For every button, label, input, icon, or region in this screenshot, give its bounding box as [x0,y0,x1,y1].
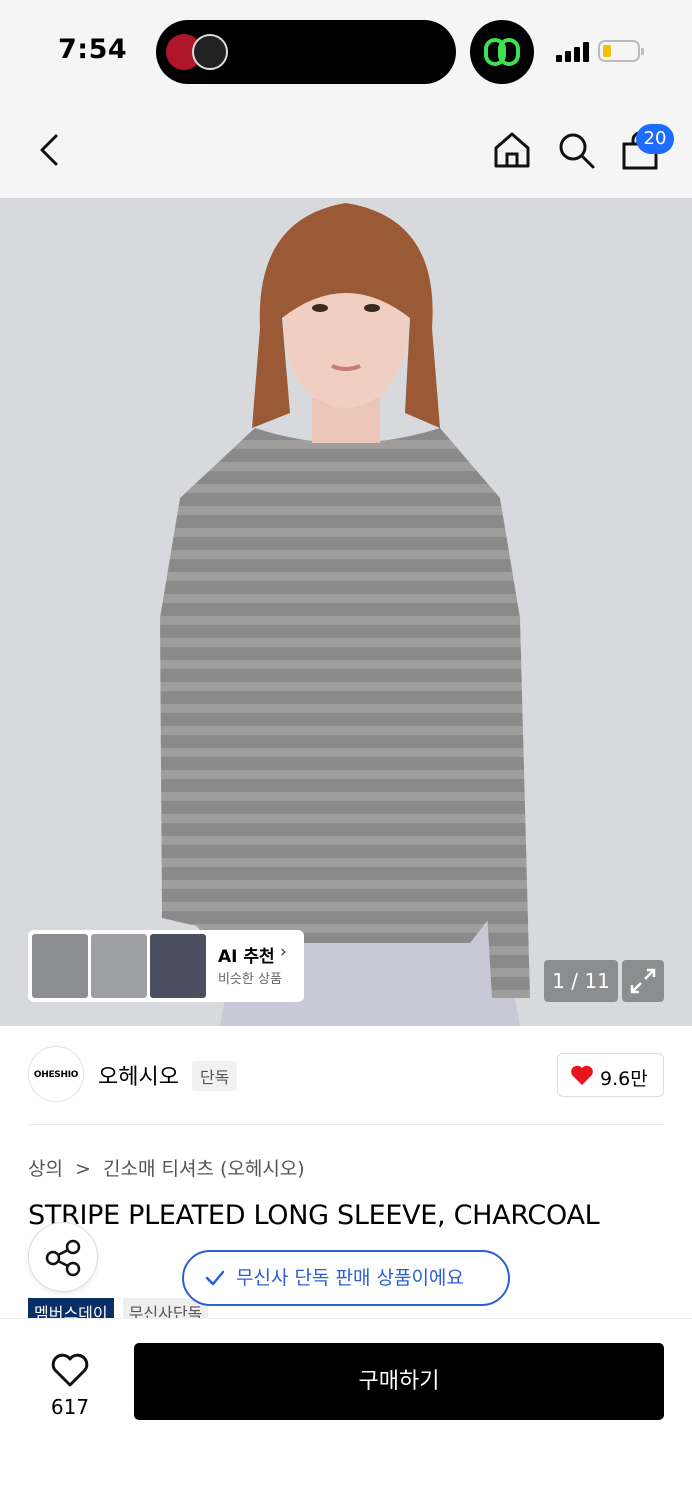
member-day-tag: 멤버스데이 [28,1298,114,1320]
cart-count-badge: 20 [636,124,674,154]
ai-reco-subtitle: 비슷한 상품 [218,972,282,987]
home-icon[interactable] [492,130,532,170]
share-button[interactable] [28,1222,98,1292]
brand-like-count: 9.6만 [600,1068,648,1090]
wishlist-button[interactable]: 617 [38,1343,102,1423]
buy-button[interactable]: 구매하기 [134,1343,664,1420]
back-arrow-icon[interactable] [36,132,66,168]
brand-logo[interactable]: OHESHIO [28,1046,84,1102]
brand-name[interactable]: 오헤시오 [98,1059,179,1091]
status-bar: 7:54 [0,0,692,100]
search-icon[interactable] [556,130,596,170]
exclusive-badge: 단독 [192,1061,238,1091]
breadcrumb-category[interactable]: 상의 [28,1158,63,1180]
breadcrumb: 상의 > 긴소매 티셔츠 (오헤시오) [28,1154,311,1181]
share-icon [45,1239,81,1277]
clock-time: 7:54 [58,34,128,65]
battery-icon [598,40,644,62]
checkmark-icon [205,1270,225,1286]
heart-outline-icon [51,1353,89,1387]
exclusive-notice-pill: 무신사 단독 판매 상품이에요 [182,1250,510,1306]
ai-reco-title: AI 추천 [218,947,275,967]
link-activity-icon [470,20,534,84]
breadcrumb-subcategory[interactable]: 긴소매 티셔츠 (오헤시오) [103,1158,305,1180]
wishlist-count: 617 [50,1395,90,1419]
top-navigation-bar: 20 [0,100,692,198]
divider [28,1124,664,1125]
exclusive-notice-text: 무신사 단독 판매 상품이에요 [236,1267,464,1289]
recommended-thumbnail[interactable] [32,934,88,998]
ai-recommendation-card[interactable]: AI 추천 › 비슷한 상품 [28,930,304,1002]
heart-filled-icon [571,1065,593,1085]
dynamic-island [156,20,456,84]
brand-like-button[interactable]: 9.6만 [557,1053,664,1097]
app-activity-logo-icon-2 [192,34,228,70]
recommended-thumbnail[interactable] [91,934,147,998]
recommended-thumbnail[interactable] [150,934,206,998]
cellular-signal-icon [556,42,590,62]
image-counter: 1 / 11 [544,960,618,1002]
product-tags: 멤버스데이 무신사단독 [28,1298,212,1320]
bottom-action-bar: 617 구매하기 [0,1318,692,1500]
breadcrumb-separator: > [75,1158,91,1180]
product-photo [0,198,692,1026]
expand-icon[interactable] [622,960,664,1002]
product-title: STRIPE PLEATED LONG SLEEVE, CHARCOAL [28,1200,600,1231]
chevron-right-icon: › [280,942,287,962]
product-image-carousel[interactable]: AI 추천 › 비슷한 상품 1 / 11 [0,198,692,1026]
